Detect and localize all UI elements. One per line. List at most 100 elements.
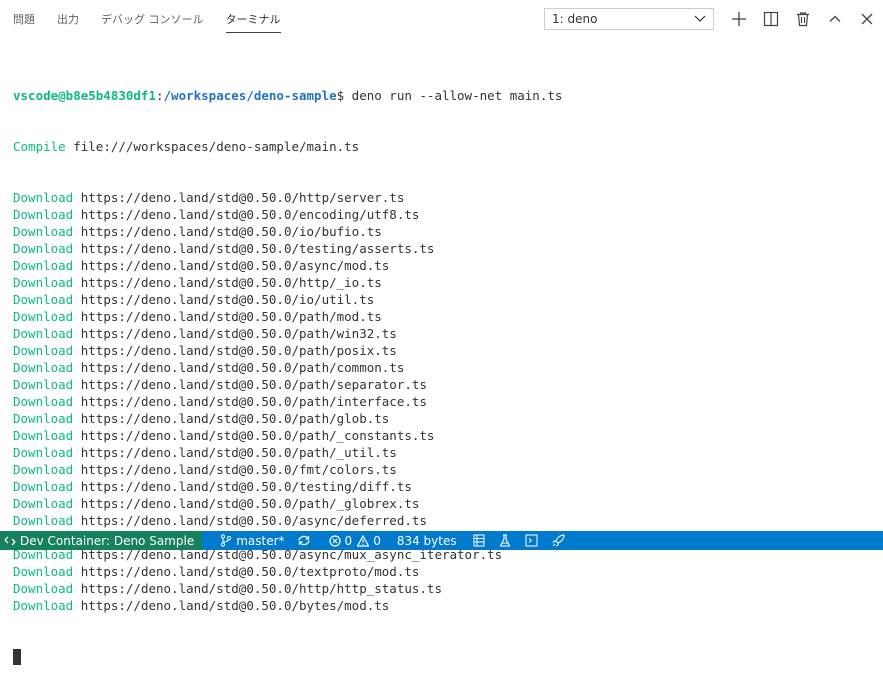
download-line: Download https://deno.land/std@0.50.0/ht… [13,274,562,291]
split-terminal-button[interactable] [760,8,782,30]
sync-icon [297,535,310,546]
download-word: Download [13,292,74,307]
file-size: 834 bytes [397,531,457,550]
download-line: Download https://deno.land/std@0.50.0/pa… [13,393,562,410]
download-word: Download [13,496,74,511]
download-line: Download https://deno.land/std@0.50.0/pa… [13,410,562,427]
flask-button[interactable] [499,531,515,550]
git-branch-icon [221,534,232,547]
download-line: Download https://deno.land/std@0.50.0/te… [13,240,562,257]
new-terminal-button[interactable] [728,8,750,30]
remote-label: Dev Container: Deno Sample [20,533,195,548]
broadcast-button[interactable] [552,531,569,550]
sync-button[interactable] [297,531,315,550]
download-line: Download https://deno.land/std@0.50.0/ht… [13,580,562,597]
chevron-up-icon [829,15,841,22]
status-bar: Dev Container: Deno Sample master* 0 0 8… [0,531,883,550]
chevron-down-icon [694,15,706,22]
terminal-select[interactable]: 1: deno [544,8,714,30]
panel-header: 問題 出力 デバッグ コンソール ターミナル 1: deno [0,0,883,38]
download-line: Download https://deno.land/std@0.50.0/io… [13,291,562,308]
download-url: https://deno.land/std@0.50.0/path/_util.… [80,445,397,460]
download-line: Download https://deno.land/std@0.50.0/pa… [13,342,562,359]
panel-tabs: 問題 出力 デバッグ コンソール ターミナル [0,0,290,38]
download-line: Download https://deno.land/std@0.50.0/te… [13,478,562,495]
download-line: Download https://deno.land/std@0.50.0/as… [13,257,562,274]
tab-terminal[interactable]: ターミナル [225,1,281,37]
compile-line: Compile file:///workspaces/deno-sample/m… [13,138,562,155]
download-word: Download [13,241,74,256]
download-line: Download https://deno.land/std@0.50.0/ht… [13,189,562,206]
download-word: Download [13,564,74,579]
download-line: Download https://deno.land/std@0.50.0/pa… [13,427,562,444]
download-line: Download https://deno.land/std@0.50.0/pa… [13,495,562,512]
close-icon [861,13,873,25]
download-word: Download [13,309,74,324]
download-word: Download [13,598,74,613]
download-word: Download [13,462,74,477]
terminal-button[interactable] [525,531,542,550]
prompt-command: $ deno run --allow-net main.ts [336,88,563,103]
download-line: Download https://deno.land/std@0.50.0/pa… [13,308,562,325]
download-url: https://deno.land/std@0.50.0/path/posix.… [80,343,397,358]
download-word: Download [13,411,74,426]
database-button[interactable] [473,531,489,550]
download-word: Download [13,207,74,222]
download-word: Download [13,581,74,596]
warning-icon [357,534,370,547]
error-icon [328,534,341,547]
download-url: https://deno.land/std@0.50.0/path/_const… [80,428,435,443]
tab-debug-console[interactable]: デバッグ コンソール [101,1,204,37]
download-word: Download [13,224,74,239]
download-url: https://deno.land/std@0.50.0/io/bufio.ts [80,224,382,239]
remote-indicator[interactable]: Dev Container: Deno Sample [0,531,203,550]
download-line: Download https://deno.land/std@0.50.0/pa… [13,359,562,376]
download-word: Download [13,343,74,358]
download-line: Download https://deno.land/std@0.50.0/fm… [13,461,562,478]
download-word: Download [13,326,74,341]
download-url: https://deno.land/std@0.50.0/http/server… [80,190,405,205]
tab-output[interactable]: 出力 [57,1,79,37]
download-url: https://deno.land/std@0.50.0/path/_globr… [80,496,420,511]
cursor-line [13,648,562,665]
file-size-label: 834 bytes [396,533,457,548]
download-url: https://deno.land/std@0.50.0/path/win32.… [80,326,397,341]
download-line: Download https://deno.land/std@0.50.0/pa… [13,444,562,461]
remote-icon [4,536,16,545]
download-word: Download [13,275,74,290]
rocket-icon [552,534,565,547]
download-word: Download [13,258,74,273]
download-url: https://deno.land/std@0.50.0/testing/ass… [80,241,435,256]
download-url: https://deno.land/std@0.50.0/path/common… [80,360,405,375]
kill-terminal-button[interactable] [792,8,814,30]
download-url: https://deno.land/std@0.50.0/http/http_s… [80,581,442,596]
download-word: Download [13,394,74,409]
download-lines: Download https://deno.land/std@0.50.0/ht… [13,189,562,614]
prompt-user: vscode@b8e5b4830df1 [13,88,156,103]
download-url: https://deno.land/std@0.50.0/path/interf… [80,394,427,409]
tab-problems[interactable]: 問題 [13,1,35,37]
download-word: Download [13,445,74,460]
download-url: https://deno.land/std@0.50.0/path/glob.t… [80,411,390,426]
terminal-icon [525,534,538,547]
download-url: https://deno.land/std@0.50.0/async/mod.t… [80,258,390,273]
download-url: https://deno.land/std@0.50.0/async/defer… [80,513,427,528]
close-panel-button[interactable] [856,8,878,30]
terminal-select-value: 1: deno [552,12,598,26]
download-url: https://deno.land/std@0.50.0/testing/dif… [80,479,412,494]
download-word: Download [13,190,74,205]
maximize-panel-button[interactable] [824,8,846,30]
prompt-line: vscode@b8e5b4830df1:/workspaces/deno-sam… [13,87,562,104]
download-word: Download [13,513,74,528]
download-url: https://deno.land/std@0.50.0/http/_io.ts [80,275,382,290]
split-icon [763,11,779,27]
download-line: Download https://deno.land/std@0.50.0/te… [13,563,562,580]
terminal-output[interactable]: vscode@b8e5b4830df1:/workspaces/deno-sam… [13,53,562,682]
problems-indicator[interactable]: 0 0 [328,531,381,550]
download-word: Download [13,360,74,375]
download-line: Download https://deno.land/std@0.50.0/io… [13,223,562,240]
panel-actions [728,8,883,30]
download-word: Download [13,377,74,392]
download-url: https://deno.land/std@0.50.0/encoding/ut… [80,207,420,222]
branch-indicator[interactable]: master* [220,531,285,550]
